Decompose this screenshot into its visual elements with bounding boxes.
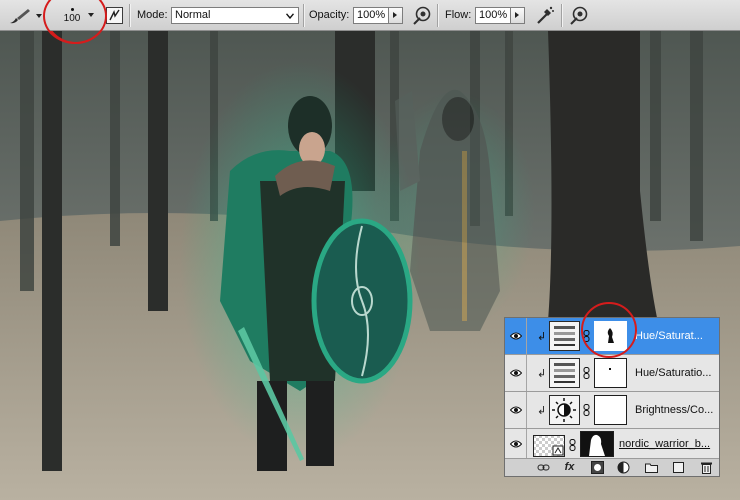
mode-select[interactable]: Normal bbox=[171, 7, 299, 24]
separator bbox=[129, 4, 131, 27]
chain-link-icon[interactable] bbox=[583, 367, 590, 379]
fx-icon[interactable]: fx bbox=[563, 461, 576, 474]
layer-name[interactable]: Hue/Saturat... bbox=[635, 330, 719, 342]
flow-input[interactable]: 100% bbox=[475, 7, 511, 24]
new-adjustment-icon[interactable] bbox=[617, 461, 630, 474]
visibility-toggle[interactable] bbox=[505, 392, 527, 428]
options-bar: 100 Mode: Normal Opacity: 100% Flow: 100… bbox=[0, 0, 740, 31]
layer-mask-thumbnail[interactable] bbox=[594, 358, 627, 388]
visibility-toggle[interactable] bbox=[505, 318, 527, 354]
layer-row[interactable]: nordic_warrior_b... bbox=[505, 429, 719, 459]
link-layers-icon[interactable] bbox=[537, 461, 550, 474]
flow-slider-button[interactable] bbox=[511, 7, 525, 24]
brush-panel-toggle-icon[interactable] bbox=[105, 6, 124, 25]
annotation-circle bbox=[581, 302, 637, 358]
new-group-icon[interactable] bbox=[645, 461, 658, 474]
new-layer-icon[interactable] bbox=[672, 461, 685, 474]
layer-mask-thumbnail[interactable] bbox=[580, 431, 614, 457]
layers-panel-footer: fx bbox=[505, 459, 719, 476]
visibility-toggle[interactable] bbox=[505, 355, 527, 391]
tool-preset-chevron-down-icon[interactable] bbox=[36, 14, 42, 18]
add-mask-icon[interactable] bbox=[591, 461, 604, 474]
smart-object-thumbnail[interactable] bbox=[533, 435, 565, 457]
chevron-down-icon bbox=[286, 13, 294, 19]
trash-icon[interactable] bbox=[700, 461, 713, 474]
hue-saturation-icon[interactable] bbox=[549, 321, 580, 351]
visibility-toggle[interactable] bbox=[505, 429, 527, 458]
chain-link-icon[interactable] bbox=[583, 404, 590, 416]
clipping-arrow-icon: ↲ bbox=[537, 368, 547, 380]
layer-name[interactable]: Hue/Saturatio... bbox=[635, 367, 719, 379]
mode-label: Mode: bbox=[137, 9, 168, 21]
eye-icon bbox=[510, 332, 522, 340]
tablet-pressure-size-icon[interactable] bbox=[569, 5, 589, 25]
opacity-input[interactable]: 100% bbox=[353, 7, 389, 24]
clipping-arrow-icon: ↲ bbox=[537, 405, 547, 417]
layer-row[interactable]: ↲ Brightness/Co... bbox=[505, 392, 719, 429]
eye-icon bbox=[510, 406, 522, 414]
layer-name[interactable]: nordic_warrior_b... bbox=[619, 438, 717, 450]
chain-link-icon[interactable] bbox=[569, 439, 576, 451]
flow-label: Flow: bbox=[445, 9, 472, 21]
tablet-pressure-opacity-icon[interactable] bbox=[412, 5, 432, 25]
eye-icon bbox=[510, 440, 522, 448]
layer-mask-thumbnail[interactable] bbox=[594, 395, 627, 425]
separator bbox=[561, 4, 563, 27]
airbrush-icon[interactable] bbox=[535, 5, 555, 25]
opacity-slider-button[interactable] bbox=[389, 7, 403, 24]
mode-value: Normal bbox=[175, 9, 211, 21]
layer-name[interactable]: Brightness/Co... bbox=[635, 404, 719, 416]
layer-row[interactable]: ↲ Hue/Saturatio... bbox=[505, 355, 719, 392]
brightness-contrast-icon[interactable] bbox=[549, 395, 580, 425]
brush-icon[interactable] bbox=[8, 7, 32, 25]
hue-saturation-icon[interactable] bbox=[549, 358, 580, 388]
clipping-arrow-icon: ↲ bbox=[537, 331, 547, 343]
separator bbox=[437, 4, 439, 27]
opacity-label: Opacity: bbox=[309, 9, 350, 21]
separator bbox=[303, 4, 305, 27]
eye-icon bbox=[510, 369, 522, 377]
